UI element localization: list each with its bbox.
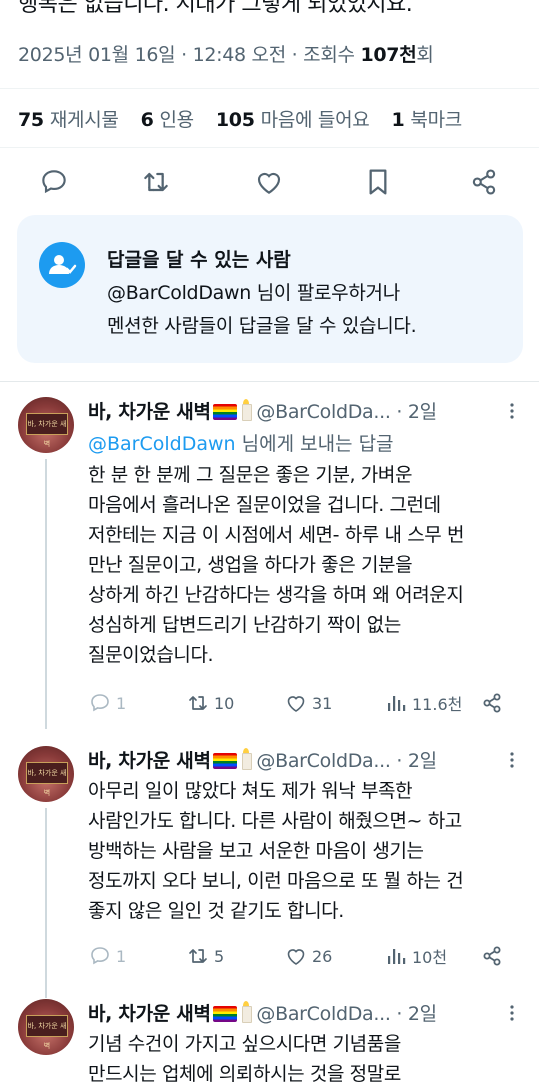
more-options-icon[interactable] bbox=[506, 1003, 518, 1023]
share-button[interactable] bbox=[480, 688, 504, 718]
thread-line bbox=[45, 459, 47, 729]
views-icon bbox=[388, 696, 406, 711]
reply-tweet[interactable]: 바, 차가운 새벽 바, 차가운 새벽 @BarColdDa... · 2일 @… bbox=[0, 397, 539, 729]
post-age[interactable]: · 2일 bbox=[396, 1003, 437, 1025]
reply-text: 아무리 일이 많았다 쳐도 제가 워낙 부족한 사람인가도 합니다. 다른 사람… bbox=[88, 780, 464, 922]
repost-icon bbox=[189, 949, 207, 963]
tweet-time[interactable]: 12:48 오전 bbox=[193, 44, 287, 66]
thread-line bbox=[45, 808, 47, 998]
rainbow-flag-icon bbox=[212, 404, 237, 420]
post-age[interactable]: · 2일 bbox=[396, 401, 437, 423]
reply-icon bbox=[91, 694, 109, 712]
avatar[interactable]: 바, 차가운 새벽 bbox=[18, 397, 74, 453]
replying-to-user[interactable]: @BarColdDawn bbox=[88, 433, 236, 455]
tweet-meta: 2025년 01월 16일 · 12:48 오전 · 조회수 107천회 bbox=[18, 40, 434, 67]
reply-header: 바, 차가운 새벽 @BarColdDa... · 2일 bbox=[88, 746, 437, 773]
bookmark-icon[interactable] bbox=[362, 166, 394, 198]
bookmarks-stat[interactable]: 1 북마크 bbox=[391, 105, 462, 132]
reply-button[interactable]: 1 bbox=[88, 941, 126, 971]
author-handle[interactable]: @BarColdDa... bbox=[256, 401, 391, 423]
avatar[interactable]: 바, 차가운 새벽 bbox=[18, 999, 74, 1055]
share-icon bbox=[483, 946, 501, 966]
reply-restriction-desc: @BarColdDawn 님이 팔로우하거나 멘션한 사람들이 답글을 달 수 … bbox=[107, 282, 417, 337]
author-handle[interactable]: @BarColdDa... bbox=[256, 1003, 391, 1025]
divider bbox=[0, 147, 539, 148]
meta-separator: · bbox=[181, 44, 193, 66]
share-icon bbox=[483, 693, 501, 713]
repost-icon bbox=[189, 696, 207, 710]
reply-actions: 1 5 26 10천 bbox=[88, 941, 518, 971]
replying-to: @BarColdDawn 님에게 보내는 답글 bbox=[88, 433, 394, 455]
author-name[interactable]: 바, 차가운 새벽 bbox=[88, 1003, 211, 1025]
views-icon bbox=[388, 949, 406, 964]
tweet-action-bar bbox=[0, 162, 539, 202]
rainbow-flag-icon bbox=[212, 753, 237, 769]
views-value: 107천 bbox=[360, 44, 417, 66]
rainbow-flag-icon bbox=[212, 1006, 237, 1022]
like-button[interactable]: 26 bbox=[284, 941, 332, 971]
quotes-stat[interactable]: 6 인용 bbox=[141, 105, 195, 132]
reply-header: 바, 차가운 새벽 @BarColdDa... · 2일 bbox=[88, 397, 437, 424]
like-icon bbox=[287, 949, 305, 965]
share-button[interactable] bbox=[480, 941, 504, 971]
reply-actions: 1 10 31 11.6천 bbox=[88, 688, 518, 718]
reply-restriction-box: 답글을 달 수 있는 사람 @BarColdDawn 님이 팔로우하거나 멘션한… bbox=[17, 215, 523, 363]
candle-icon bbox=[241, 748, 252, 770]
repost-icon[interactable] bbox=[140, 166, 172, 198]
like-button[interactable]: 31 bbox=[284, 688, 332, 718]
more-options-icon[interactable] bbox=[506, 750, 518, 770]
author-handle[interactable]: @BarColdDa... bbox=[256, 750, 391, 772]
more-options-icon[interactable] bbox=[506, 401, 518, 421]
repost-button[interactable]: 10 bbox=[186, 688, 234, 718]
meta-separator: · bbox=[291, 44, 304, 66]
reply-text: 기념 수건이 가지고 싶으시다면 기념품을 만드시는 업체에 의뢰하시는 것을 … bbox=[88, 1033, 401, 1085]
candle-icon bbox=[241, 1001, 252, 1023]
views-suffix: 회 bbox=[416, 44, 434, 66]
tweet-date[interactable]: 2025년 01월 16일 bbox=[18, 44, 176, 66]
reply-restriction-title: 답글을 달 수 있는 사람 bbox=[107, 249, 291, 271]
like-icon bbox=[287, 696, 305, 712]
engagement-stats: 75 재게시물 6 인용 105 마음에 들어요 1 북마크 bbox=[18, 105, 462, 132]
like-icon[interactable] bbox=[253, 166, 285, 198]
reply-header: 바, 차가운 새벽 @BarColdDa... · 2일 bbox=[88, 999, 437, 1026]
share-icon[interactable] bbox=[468, 166, 500, 198]
reply-button[interactable]: 1 bbox=[88, 688, 126, 718]
post-age[interactable]: · 2일 bbox=[396, 750, 437, 772]
author-name[interactable]: 바, 차가운 새벽 bbox=[88, 401, 211, 423]
reply-tweet[interactable]: 바, 차가운 새벽 바, 차가운 새벽 @BarColdDa... · 2일 아… bbox=[0, 746, 539, 998]
author-name[interactable]: 바, 차가운 새벽 bbox=[88, 750, 211, 772]
views-button[interactable]: 11.6천 bbox=[384, 688, 462, 718]
candle-icon bbox=[241, 399, 252, 421]
reply-icon[interactable] bbox=[38, 166, 70, 198]
views-label: 조회수 bbox=[303, 44, 355, 66]
reply-icon bbox=[91, 947, 109, 965]
repost-button[interactable]: 5 bbox=[186, 941, 224, 971]
divider bbox=[0, 381, 539, 382]
reply-tweet[interactable]: 바, 차가운 새벽 바, 차가운 새벽 @BarColdDa... · 2일 기… bbox=[0, 999, 539, 1085]
reply-text: 한 분 한 분께 그 질문은 좋은 기분, 가벼운 마음에서 흘러나온 질문이었… bbox=[88, 464, 465, 666]
person-check-icon bbox=[39, 242, 85, 288]
avatar[interactable]: 바, 차가운 새벽 bbox=[18, 746, 74, 802]
tweet-text-cutoff: 행복은 없습니다. 시대가 그렇게 되었었지요. bbox=[18, 0, 413, 17]
divider bbox=[0, 88, 539, 89]
views-button[interactable]: 10천 bbox=[384, 941, 447, 971]
reposts-stat[interactable]: 75 재게시물 bbox=[18, 105, 119, 132]
likes-stat[interactable]: 105 마음에 들어요 bbox=[216, 105, 370, 132]
